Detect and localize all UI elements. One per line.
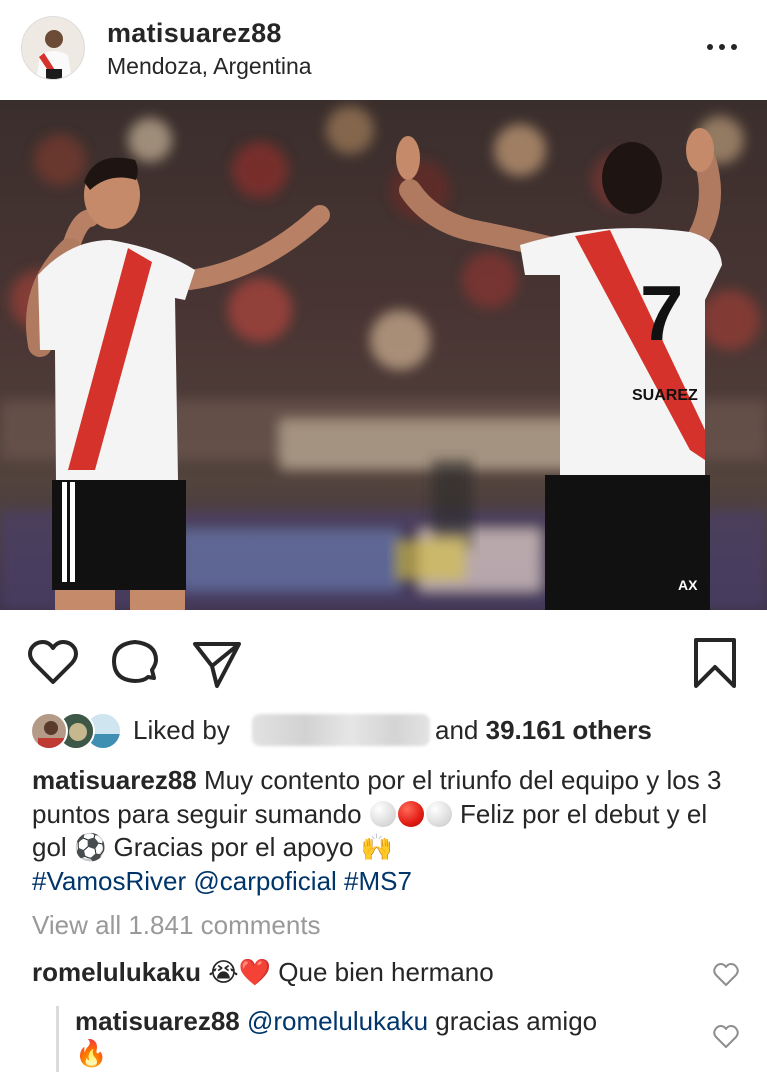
more-options-icon[interactable]	[700, 34, 744, 60]
reply-comment: matisuarez88 @romelulukaku gracias amigo…	[75, 1005, 655, 1069]
post-username[interactable]: matisuarez88	[107, 18, 282, 49]
action-bar	[0, 610, 767, 710]
reply-mention[interactable]: @romelulukaku	[247, 1006, 428, 1036]
likes-count[interactable]: and 39.161 others	[435, 715, 652, 746]
caption-text-3: Gracias por el apoyo	[113, 832, 354, 862]
heart-icon[interactable]	[26, 636, 80, 690]
avatar-image	[22, 17, 84, 79]
blurred-username	[252, 714, 430, 746]
post-header: matisuarez88 Mendoza, Argentina	[0, 0, 767, 100]
likes-connector: and	[435, 715, 479, 745]
avatar[interactable]	[21, 16, 85, 80]
caption-username[interactable]: matisuarez88	[32, 765, 197, 795]
reply-text: gracias amigo	[435, 1006, 598, 1036]
mention-carpoficial[interactable]: @carpoficial	[193, 866, 336, 896]
comment-like-heart-icon[interactable]	[712, 962, 740, 988]
svg-text:7: 7	[640, 269, 683, 357]
liker-avatars[interactable]	[30, 712, 122, 750]
comment-emojis: 😭❤️	[208, 957, 272, 987]
avatar	[30, 712, 68, 750]
post-photo[interactable]: 7 SUAREZ AX	[0, 100, 767, 610]
svg-text:SUAREZ: SUAREZ	[632, 387, 698, 404]
send-icon[interactable]	[190, 636, 244, 690]
comment-text: Que bien hermano	[278, 957, 494, 987]
fire-emoji: 🔥	[75, 1038, 108, 1068]
post-location[interactable]: Mendoza, Argentina	[107, 53, 312, 80]
soccer-ball-emoji: ⚽	[73, 832, 107, 862]
comment: romelulukaku 😭❤️ Que bien hermano	[32, 956, 494, 989]
reply-thread-line	[56, 1006, 59, 1072]
reply-like-heart-icon[interactable]	[712, 1024, 740, 1050]
post-caption: matisuarez88 Muy contento por el triunfo…	[32, 764, 744, 898]
emoji-circles	[369, 799, 453, 829]
likes-row: Liked by and 39.161 others	[0, 708, 767, 756]
bookmark-icon[interactable]	[688, 636, 742, 690]
comment-username[interactable]: romelulukaku	[32, 957, 201, 987]
liked-by-label: Liked by	[133, 715, 230, 745]
hashtag-vamosriver[interactable]: #VamosRiver	[32, 866, 186, 896]
hashtag-ms7[interactable]: #MS7	[344, 866, 412, 896]
post-photo-image: 7 SUAREZ AX	[0, 100, 767, 610]
raised-hands-emoji: 🙌	[360, 832, 394, 862]
comment-icon[interactable]	[108, 636, 162, 690]
svg-text:AX: AX	[678, 577, 698, 593]
reply-username[interactable]: matisuarez88	[75, 1006, 240, 1036]
view-all-comments-link[interactable]: View all 1.841 comments	[32, 910, 321, 941]
likes-count-value: 39.161 others	[485, 715, 652, 745]
